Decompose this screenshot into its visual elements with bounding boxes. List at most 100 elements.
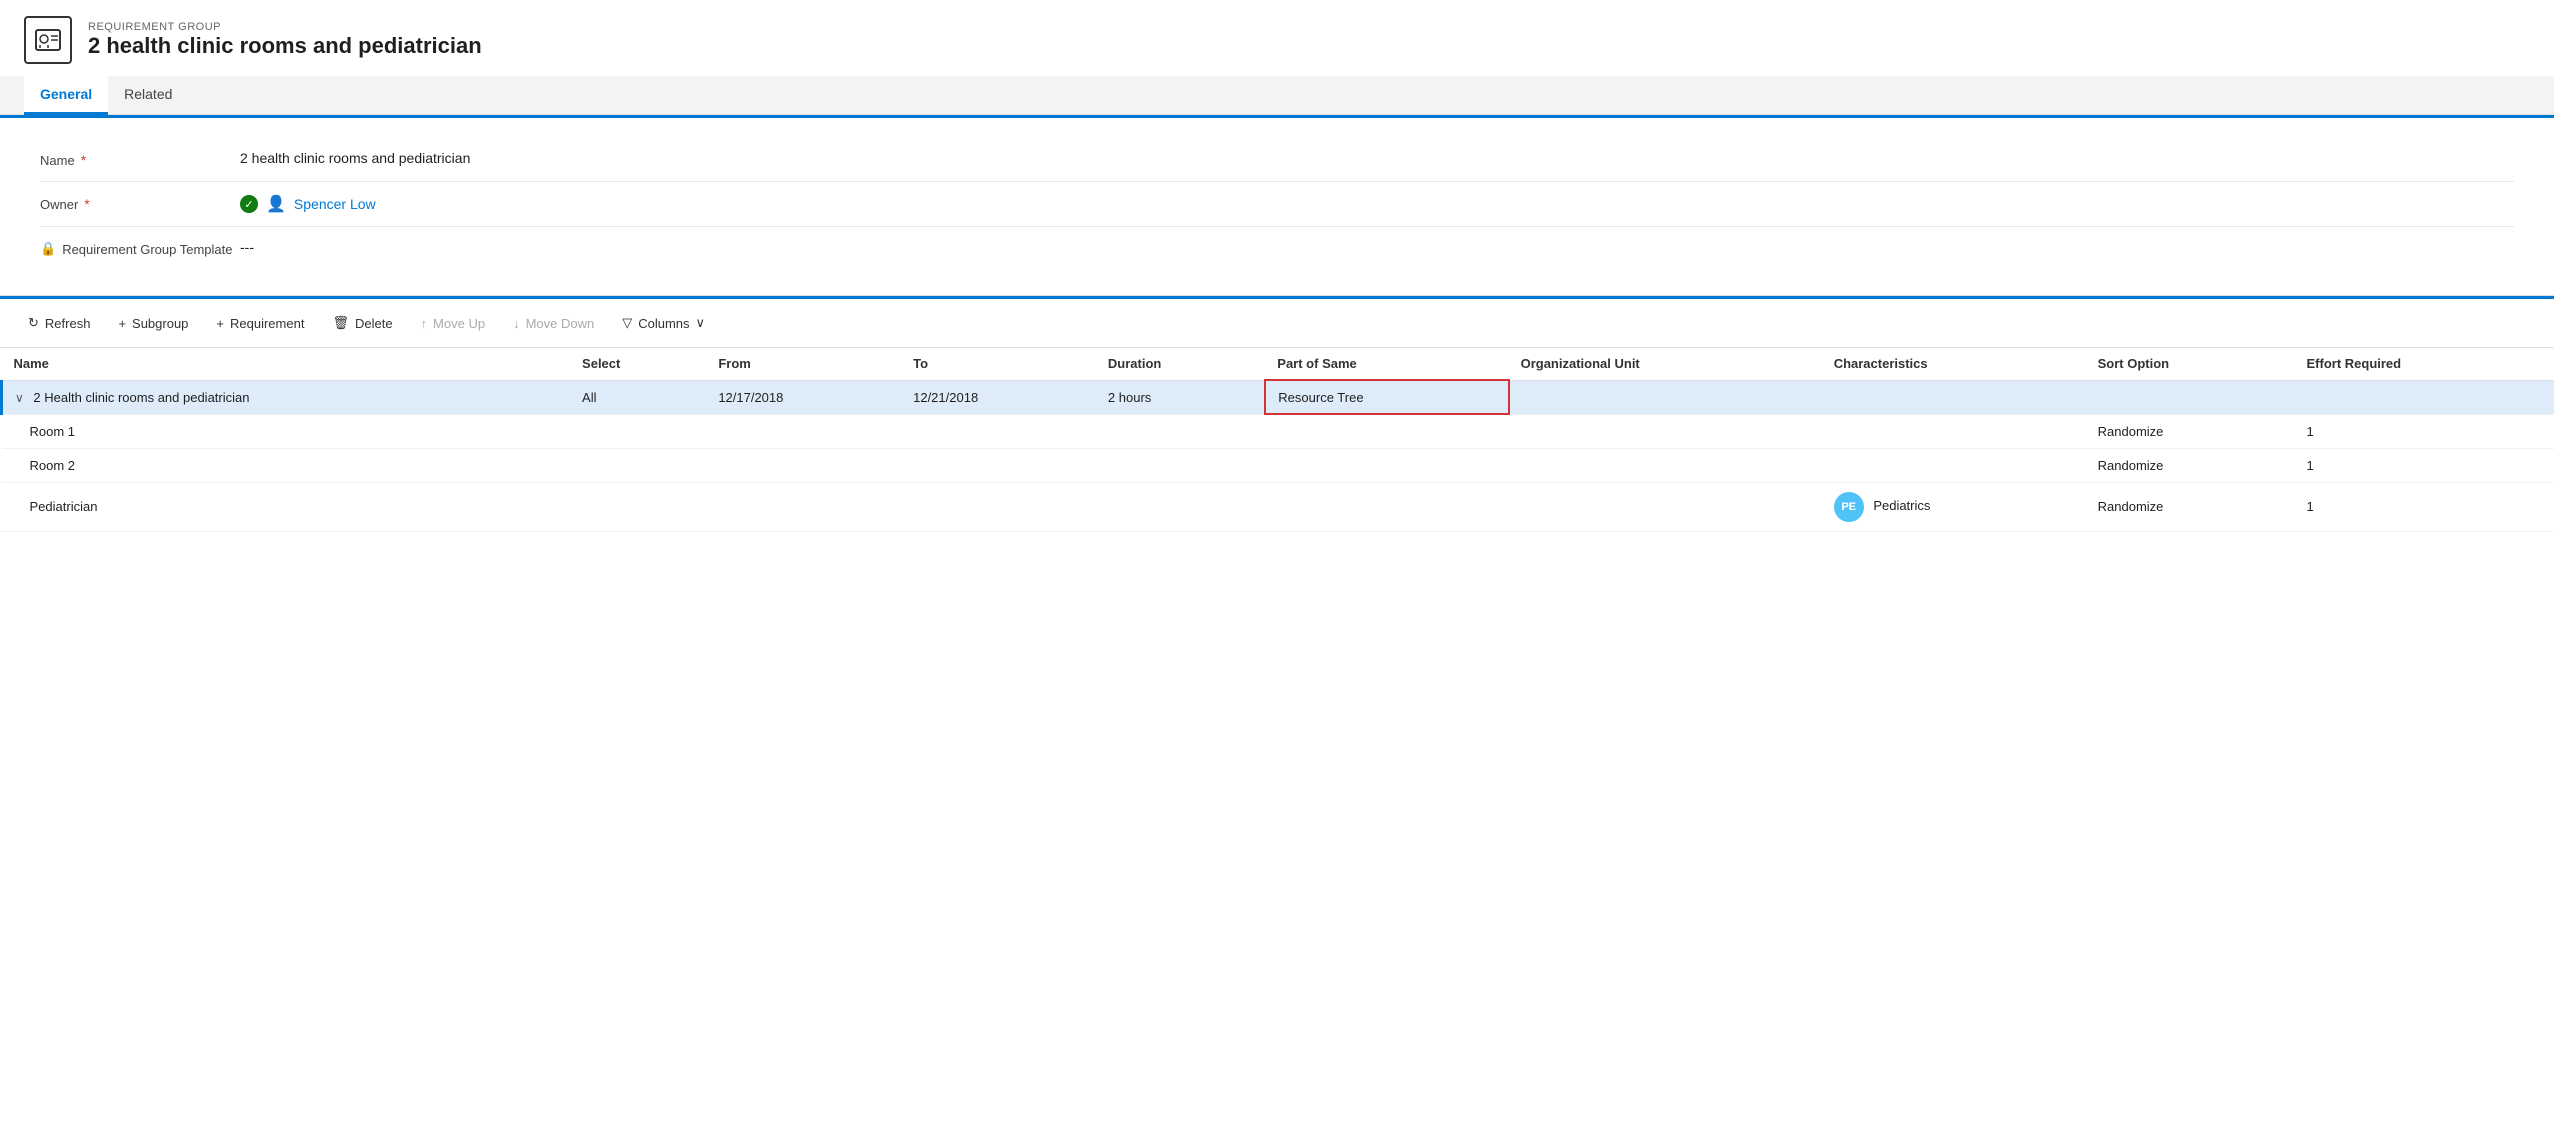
template-label: 🔒 Requirement Group Template bbox=[40, 239, 240, 257]
row-sort-option: Randomize bbox=[2086, 482, 2295, 531]
row-part-of-same bbox=[1265, 414, 1508, 448]
row-name: Pediatrician bbox=[2, 482, 571, 531]
row-to bbox=[901, 448, 1096, 482]
add-requirement-icon: + bbox=[216, 316, 224, 331]
header-text: REQUIREMENT GROUP 2 health clinic rooms … bbox=[88, 21, 482, 59]
col-duration: Duration bbox=[1096, 348, 1265, 380]
requirements-table: Name Select From To Duration Part of Sam… bbox=[0, 348, 2554, 532]
row-duration bbox=[1096, 482, 1265, 531]
required-indicator: * bbox=[81, 152, 86, 168]
lock-icon: 🔒 bbox=[40, 241, 56, 257]
col-name: Name bbox=[2, 348, 571, 380]
tabs-bar: General Related bbox=[0, 76, 2554, 115]
grid-container: Name Select From To Duration Part of Sam… bbox=[0, 348, 2554, 532]
row-org-unit bbox=[1509, 414, 1822, 448]
move-down-icon: ↓ bbox=[513, 316, 520, 331]
row-sort-option: Randomize bbox=[2086, 414, 2295, 448]
row-select bbox=[570, 448, 706, 482]
entity-type-label: REQUIREMENT GROUP bbox=[88, 21, 482, 33]
col-select: Select bbox=[570, 348, 706, 380]
chevron-down-icon: ∨ bbox=[696, 315, 706, 331]
row-duration bbox=[1096, 448, 1265, 482]
requirement-button[interactable]: + Requirement bbox=[204, 310, 316, 337]
row-effort: 1 bbox=[2294, 414, 2554, 448]
row-characteristics bbox=[1822, 380, 2086, 414]
expand-icon: ∨ bbox=[15, 391, 24, 405]
template-value: --- bbox=[240, 239, 2514, 255]
row-select: All bbox=[570, 380, 706, 414]
row-name: Room 2 bbox=[2, 448, 571, 482]
subgroup-button[interactable]: + Subgroup bbox=[106, 310, 200, 337]
move-up-button[interactable]: ↑ Move Up bbox=[409, 310, 498, 337]
row-part-of-same: Resource Tree bbox=[1265, 380, 1508, 414]
move-down-button[interactable]: ↓ Move Down bbox=[501, 310, 606, 337]
row-org-unit bbox=[1509, 448, 1822, 482]
template-field-row: 🔒 Requirement Group Template --- bbox=[40, 227, 2514, 271]
row-to bbox=[901, 482, 1096, 531]
col-effort: Effort Required bbox=[2294, 348, 2554, 380]
table-row[interactable]: ∨ 2 Health clinic rooms and pediatrician… bbox=[2, 380, 2554, 414]
owner-check-icon: ✓ bbox=[240, 195, 258, 213]
owner-field-row: Owner * ✓ 👤 Spencer Low bbox=[40, 182, 2514, 227]
row-sort-option bbox=[2086, 380, 2295, 414]
owner-label: Owner * bbox=[40, 194, 240, 212]
row-duration bbox=[1096, 414, 1265, 448]
row-from: 12/17/2018 bbox=[706, 380, 901, 414]
refresh-button[interactable]: ↻ Refresh bbox=[16, 309, 102, 337]
row-sort-option: Randomize bbox=[2086, 448, 2295, 482]
owner-link[interactable]: Spencer Low bbox=[294, 196, 376, 212]
row-org-unit bbox=[1509, 380, 1822, 414]
row-select bbox=[570, 482, 706, 531]
row-characteristics bbox=[1822, 448, 2086, 482]
page-header: REQUIREMENT GROUP 2 health clinic rooms … bbox=[0, 0, 2554, 76]
table-header-row: Name Select From To Duration Part of Sam… bbox=[2, 348, 2554, 380]
col-part-of-same: Part of Same bbox=[1265, 348, 1508, 380]
owner-value: ✓ 👤 Spencer Low bbox=[240, 194, 2514, 214]
add-subgroup-icon: + bbox=[118, 316, 126, 331]
row-to: 12/21/2018 bbox=[901, 380, 1096, 414]
col-org-unit: Organizational Unit bbox=[1509, 348, 1822, 380]
row-select bbox=[570, 414, 706, 448]
row-part-of-same bbox=[1265, 482, 1508, 531]
row-effort bbox=[2294, 380, 2554, 414]
row-org-unit bbox=[1509, 482, 1822, 531]
row-to bbox=[901, 414, 1096, 448]
entity-title: 2 health clinic rooms and pediatrician bbox=[88, 33, 482, 59]
refresh-icon: ↻ bbox=[28, 315, 39, 331]
subgrid-section: ↻ Refresh + Subgroup + Requirement 🗑 Del… bbox=[0, 296, 2554, 532]
tab-general[interactable]: General bbox=[24, 76, 108, 115]
row-name: ∨ 2 Health clinic rooms and pediatrician bbox=[2, 380, 571, 414]
row-duration: 2 hours bbox=[1096, 380, 1265, 414]
table-row[interactable]: Room 1 Randomize 1 bbox=[2, 414, 2554, 448]
characteristics-badge: PE bbox=[1834, 492, 1864, 522]
col-from: From bbox=[706, 348, 901, 380]
table-row[interactable]: Pediatrician PE Pediatrics Randomize 1 bbox=[2, 482, 2554, 531]
row-part-of-same bbox=[1265, 448, 1508, 482]
name-value: 2 health clinic rooms and pediatrician bbox=[240, 150, 2514, 166]
row-from bbox=[706, 414, 901, 448]
table-row[interactable]: Room 2 Randomize 1 bbox=[2, 448, 2554, 482]
name-label: Name * bbox=[40, 150, 240, 168]
row-characteristics bbox=[1822, 414, 2086, 448]
owner-required-indicator: * bbox=[84, 196, 89, 212]
form-section: Name * 2 health clinic rooms and pediatr… bbox=[0, 118, 2554, 296]
col-sort-option: Sort Option bbox=[2086, 348, 2295, 380]
columns-button[interactable]: ▽ Columns ∨ bbox=[610, 309, 717, 337]
col-characteristics: Characteristics bbox=[1822, 348, 2086, 380]
delete-button[interactable]: 🗑 Delete bbox=[320, 309, 404, 337]
row-from bbox=[706, 482, 901, 531]
row-effort: 1 bbox=[2294, 448, 2554, 482]
tab-related[interactable]: Related bbox=[108, 76, 188, 115]
col-to: To bbox=[901, 348, 1096, 380]
person-icon: 👤 bbox=[266, 194, 286, 214]
delete-icon: 🗑 bbox=[332, 315, 349, 331]
row-effort: 1 bbox=[2294, 482, 2554, 531]
row-characteristics: PE Pediatrics bbox=[1822, 482, 2086, 531]
entity-icon bbox=[24, 16, 72, 64]
row-name: Room 1 bbox=[2, 414, 571, 448]
name-field-row: Name * 2 health clinic rooms and pediatr… bbox=[40, 138, 2514, 182]
subgrid-toolbar: ↻ Refresh + Subgroup + Requirement 🗑 Del… bbox=[0, 299, 2554, 348]
row-from bbox=[706, 448, 901, 482]
move-up-icon: ↑ bbox=[421, 316, 428, 331]
filter-icon: ▽ bbox=[622, 315, 632, 331]
